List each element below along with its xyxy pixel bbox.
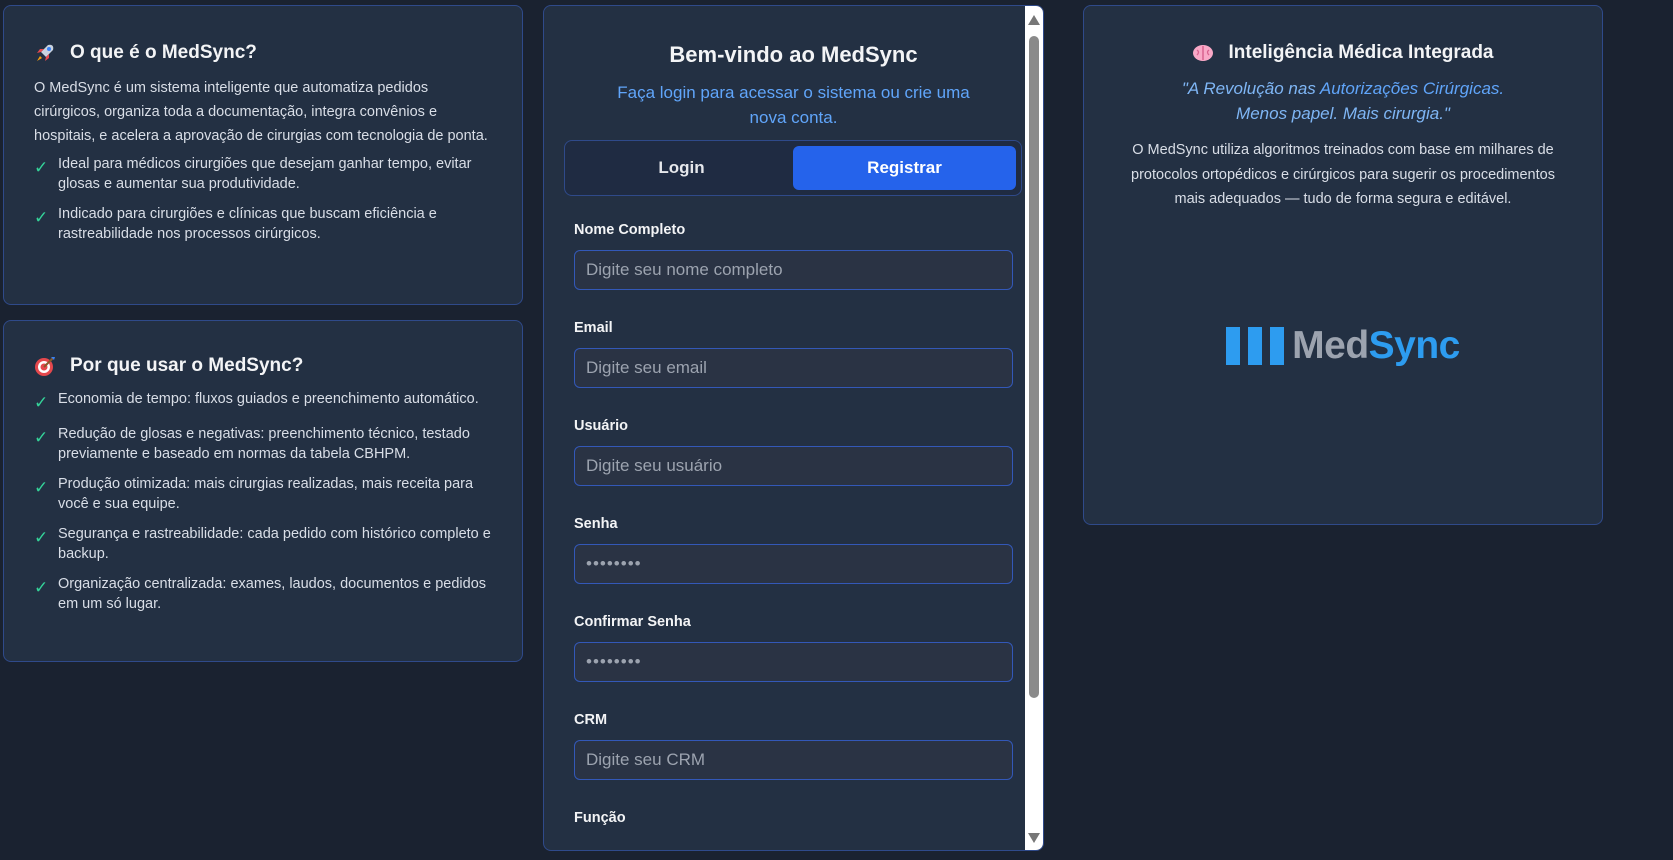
about-card-title: O que é o MedSync? [34, 42, 492, 64]
tab-register[interactable]: Registrar [793, 146, 1016, 190]
benefits-card: Por que usar o MedSync? ✓ Economia de tem… [3, 320, 523, 662]
scrollbar[interactable] [1025, 6, 1043, 850]
rocket-icon [34, 42, 56, 64]
auth-subtitle: Faça login para acessar o sistema ou cri… [617, 83, 970, 127]
crm-input[interactable]: Digite seu CRM [574, 740, 1013, 780]
list-item: ✓ Organização centralizada: exames, laudo… [34, 576, 487, 612]
check-icon: ✓ [34, 578, 49, 597]
full-name-input[interactable]: Digite seu nome completo [574, 250, 1013, 290]
check-icon: ✓ [34, 158, 49, 177]
email-field-group: Email Digite seu email [574, 320, 1013, 388]
logo-bars-icon [1226, 326, 1285, 365]
check-icon: ✓ [34, 393, 49, 412]
role-label: Função [574, 810, 626, 826]
ai-description: O MedSync utiliza algoritmos treinados c… [1131, 142, 1555, 207]
target-icon [34, 355, 56, 377]
password-field-group: Senha •••••••• [574, 516, 1013, 584]
scroll-up-icon[interactable] [1028, 15, 1040, 25]
medsync-logo: MedSync [1120, 324, 1566, 368]
username-field-group: Usuário Digite seu usuário [574, 418, 1013, 486]
ai-quote: "A Revolução nas Autorizações Cirúrgicas… [1181, 79, 1505, 123]
password-input[interactable]: •••••••• [574, 544, 1013, 584]
full-name-field-group: Nome Completo Digite seu nome completo [574, 222, 1013, 290]
list-item: ✓ Economia de tempo: fluxos guiados e pre… [34, 391, 479, 412]
auth-panel: Bem-vindo ao MedSync Faça login para ace… [543, 5, 1044, 851]
role-field-group: Função [574, 810, 1013, 826]
about-list: ✓ Ideal para médicos cirurgiões que desej… [34, 154, 492, 244]
list-item: ✓ Redução de glosas e negativas: preenchi… [34, 426, 470, 462]
page-title: Bem-vindo ao MedSync [669, 42, 918, 67]
ai-card: Inteligência Médica Integrada "A Revoluç… [1083, 5, 1603, 525]
confirm-password-label: Confirmar Senha [574, 614, 691, 630]
list-item: ✓ Indicado para cirurgiões e clínicas que… [34, 206, 437, 242]
email-input[interactable]: Digite seu email [574, 348, 1013, 388]
username-input[interactable]: Digite seu usuário [574, 446, 1013, 486]
tab-login[interactable]: Login [570, 146, 793, 190]
list-item: ✓ Produção otimizada: mais cirurgias real… [34, 476, 474, 512]
confirm-password-field-group: Confirmar Senha •••••••• [574, 614, 1013, 682]
benefits-list: ✓ Economia de tempo: fluxos guiados e pre… [34, 389, 492, 614]
password-label: Senha [574, 516, 618, 532]
crm-field-group: CRM Digite seu CRM [574, 712, 1013, 780]
confirm-password-input[interactable]: •••••••• [574, 642, 1013, 682]
ai-card-title: Inteligência Médica Integrada [1120, 42, 1566, 64]
scroll-down-icon[interactable] [1028, 833, 1040, 843]
list-item: ✓ Ideal para médicos cirurgiões que desej… [34, 156, 472, 192]
check-icon: ✓ [34, 528, 49, 547]
email-label: Email [574, 320, 613, 336]
username-label: Usuário [574, 418, 628, 434]
full-name-label: Nome Completo [574, 222, 686, 238]
benefits-card-title: Por que usar o MedSync? [34, 355, 492, 377]
auth-tabs: Login Registrar [564, 140, 1022, 196]
brain-icon [1192, 42, 1214, 64]
crm-label: CRM [574, 712, 608, 728]
check-icon: ✓ [34, 478, 49, 497]
scroll-thumb[interactable] [1029, 36, 1039, 698]
list-item: ✓ Segurança e rastreabilidade: cada pedid… [34, 526, 491, 562]
check-icon: ✓ [34, 428, 49, 447]
about-description: O MedSync é um sistema inteligente que a… [34, 80, 488, 144]
about-card: O que é o MedSync? O MedSync é um sistem… [3, 5, 523, 305]
check-icon: ✓ [34, 208, 49, 227]
